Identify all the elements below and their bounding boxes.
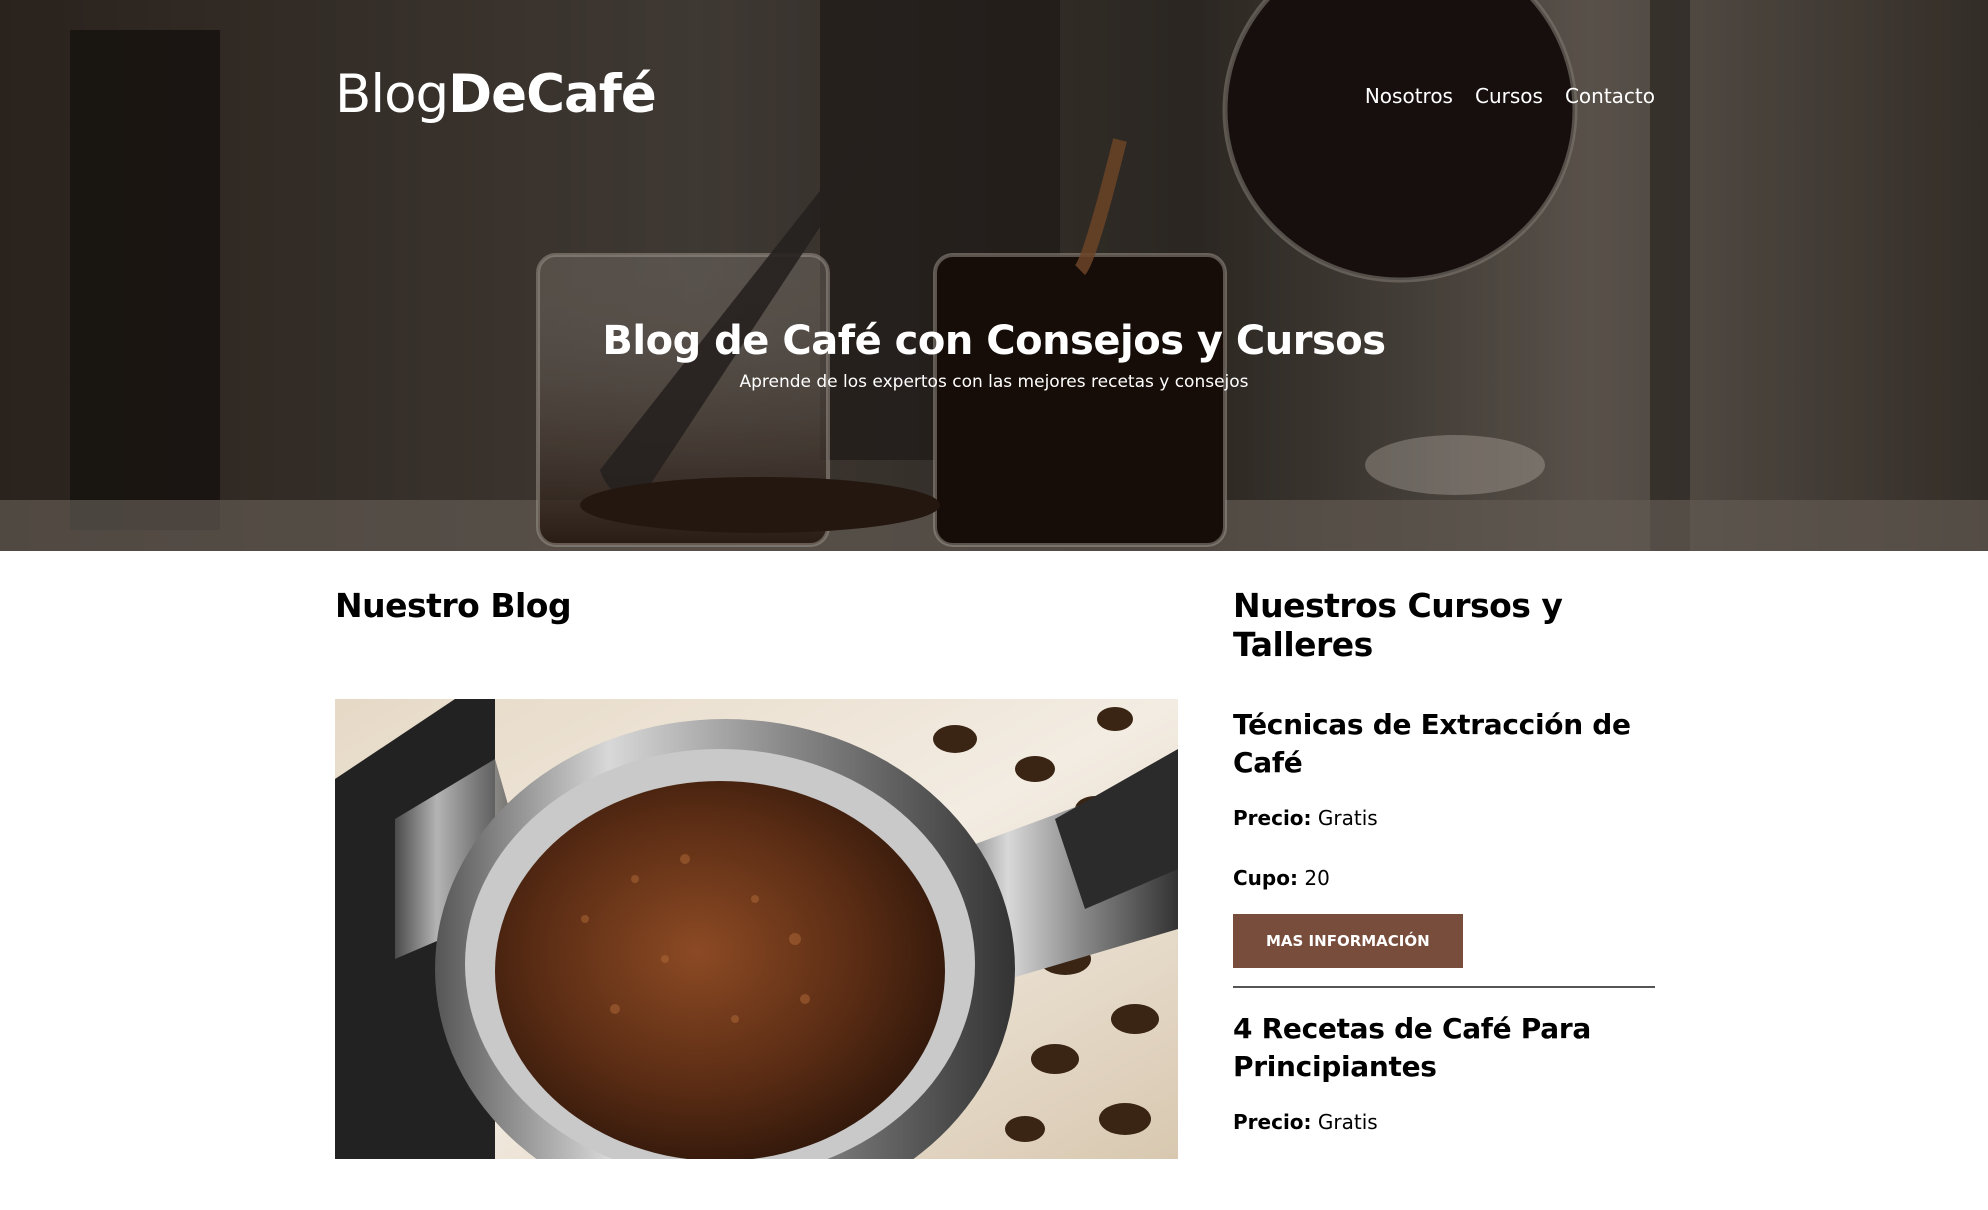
course-price-value: Gratis <box>1317 1110 1378 1134</box>
nav-link-contacto[interactable]: Contacto <box>1565 84 1655 108</box>
courses-section: Nuestros Cursos y Talleres Técnicas de E… <box>1233 586 1655 1210</box>
nav-link-cursos[interactable]: Cursos <box>1475 84 1543 108</box>
course-price-label: Precio: <box>1233 806 1312 830</box>
course-title: 4 Recetas de Café Para Principiantes <box>1233 1012 1591 1083</box>
hero-subtitle: Aprende de los expertos con las mejores … <box>739 372 1249 392</box>
hero-header: BlogDeCafé Nosotros Cursos Contacto Blog… <box>0 0 1988 551</box>
course-card: 4 Recetas de Café Para Principiantes Pre… <box>1233 1010 1655 1188</box>
logo-bold-text: DeCafé <box>448 64 657 125</box>
blog-entry-image[interactable] <box>335 699 1178 1159</box>
portafilter-coffee-image <box>335 699 1178 1159</box>
hero-title: Blog de Café con Consejos y Cursos <box>602 318 1386 364</box>
main-nav: Nosotros Cursos Contacto <box>1365 84 1655 108</box>
course-price-label: Precio: <box>1233 1110 1312 1134</box>
course-cupo-label: Cupo: <box>1233 866 1298 890</box>
blog-section-title: Nuestro Blog <box>335 586 572 625</box>
nav-link-nosotros[interactable]: Nosotros <box>1365 84 1453 108</box>
course-price-value: Gratis <box>1317 806 1378 830</box>
more-info-button[interactable]: MAS INFORMACIÓN <box>1233 914 1463 968</box>
course-price: Precio: Gratis <box>1233 806 1655 830</box>
courses-section-title: Nuestros Cursos y Talleres <box>1233 586 1563 664</box>
course-title: Técnicas de Extracción de Café <box>1233 708 1631 779</box>
course-card: Técnicas de Extracción de Café Precio: G… <box>1233 706 1655 988</box>
hero-overlay <box>0 0 1988 551</box>
site-logo[interactable]: BlogDeCafé <box>335 64 657 125</box>
course-cupo: Cupo: 20 <box>1233 866 1655 890</box>
course-price: Precio: Gratis <box>1233 1110 1655 1134</box>
blog-section: Nuestro Blog <box>335 586 1178 1159</box>
course-cupo-value: 20 <box>1304 866 1330 890</box>
hero-text: Blog de Café con Consejos y Cursos Apren… <box>0 318 1988 392</box>
logo-light-text: Blog <box>335 64 449 125</box>
